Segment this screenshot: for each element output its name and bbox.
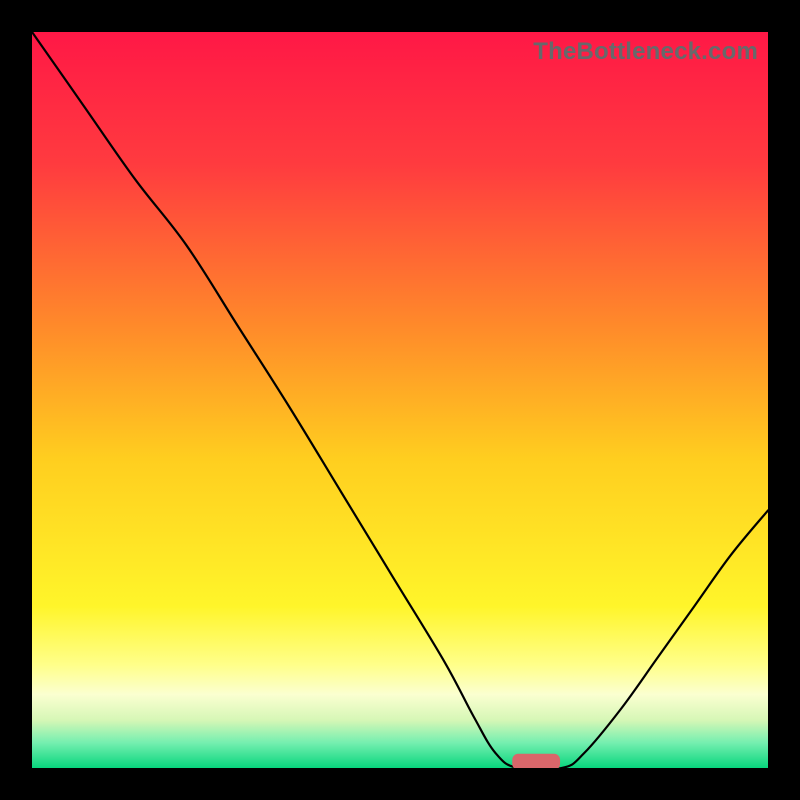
chart-frame: TheBottleneck.com bbox=[32, 32, 768, 768]
chart-svg bbox=[32, 32, 768, 768]
watermark-text: TheBottleneck.com bbox=[533, 38, 758, 66]
optimal-marker bbox=[512, 754, 560, 768]
